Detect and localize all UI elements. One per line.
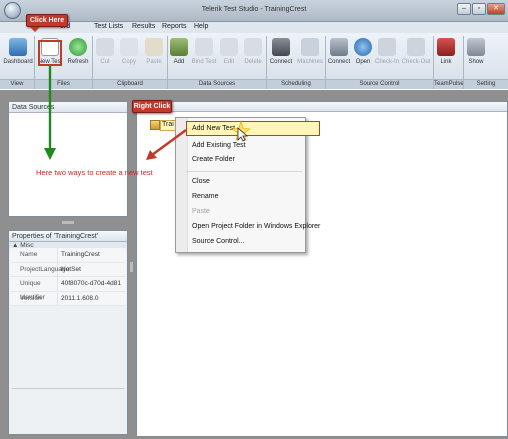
annotation-arrows	[44, 66, 187, 160]
green-arrow-head	[44, 148, 56, 160]
red-arrow-shaft	[151, 129, 187, 156]
